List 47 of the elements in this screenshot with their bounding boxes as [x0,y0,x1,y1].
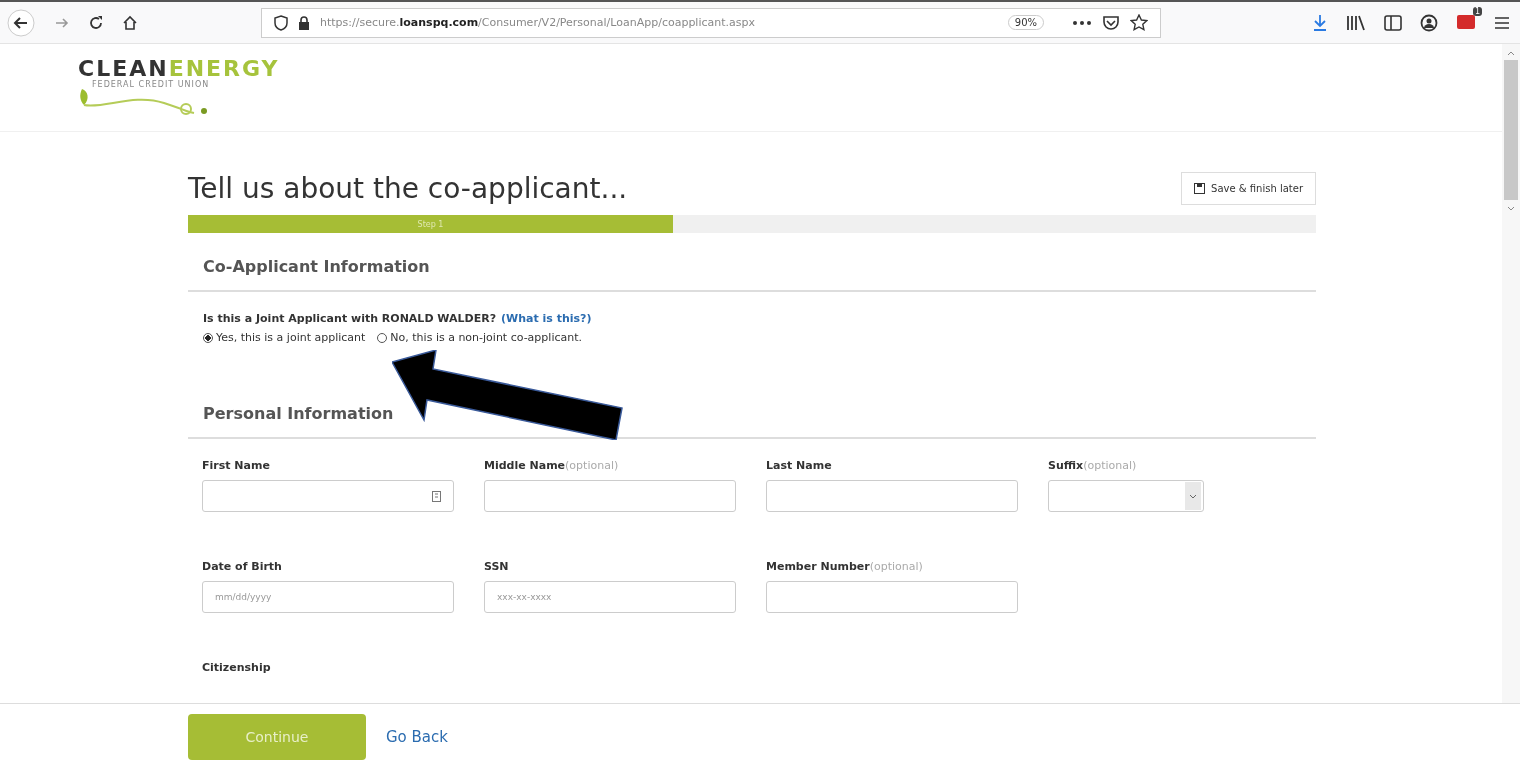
input-field[interactable] [202,480,454,512]
field-label: Member Number(optional) [766,560,924,573]
field-label: Middle Name(optional) [484,459,620,472]
logo-wordmark: CLEAN ENERGY [78,58,281,80]
autofill-icon [432,490,441,502]
field-label: SSN [484,560,510,573]
scroll-down-icon[interactable] [1507,206,1515,212]
input-field[interactable] [766,581,1018,613]
back-icon[interactable] [6,7,36,38]
radio-option[interactable]: No, this is a non-joint co-applicant. [377,331,582,344]
help-link[interactable]: (What is this?) [501,312,592,325]
shield-icon [274,14,288,31]
dropdown-caret-icon [1189,493,1197,499]
download-icon[interactable] [1312,13,1328,32]
logo-tagline: FEDERAL CREDIT UNION [92,80,211,89]
radio-button[interactable] [203,332,213,343]
field-label: Suffix(optional) [1048,459,1138,472]
lock-icon [298,15,310,30]
menu-icon[interactable] [1494,15,1510,30]
field-label: Citizenship [202,661,272,674]
reload-icon[interactable] [88,14,104,31]
radio-option[interactable]: Yes, this is a joint applicant [203,331,366,344]
field-label: First Name [202,459,271,472]
field-label: Date of Birth [202,560,283,573]
page-title: Tell us about the co-applicant... [188,172,628,205]
address-bar[interactable]: https://secure.loanspq.com/Consumer/V2/Personal/LoanApp/coapplicant.aspx 90% [261,7,1161,38]
url-text: https://secure.loanspq.com/Consumer/V2/Personal/LoanApp/coapplicant.aspx [320,16,756,29]
library-icon[interactable] [1346,14,1366,31]
scrollbar[interactable] [1502,44,1520,703]
input-field[interactable] [484,480,736,512]
scrollbar-thumb[interactable] [1504,60,1518,200]
section-heading: Co-Applicant Information [188,257,1316,292]
more-icon[interactable] [1072,19,1092,26]
star-icon[interactable] [1130,13,1148,32]
progress-label: Step 1 [417,219,444,229]
notification-badge: 1 [1472,6,1482,16]
sidebar-icon[interactable] [1384,14,1402,31]
input-field[interactable] [766,480,1018,512]
home-icon[interactable] [122,14,138,31]
question-label: Is this a Joint Applicant with RONALD WALDER? [203,312,496,325]
radio-button[interactable] [377,332,388,343]
field-label: Last Name [766,459,833,472]
save-finish-later-button[interactable]: Save & finish later [1181,172,1316,205]
pocket-icon[interactable] [1102,14,1120,31]
go-back-link[interactable]: Go Back [386,728,448,746]
scroll-up-icon[interactable] [1507,50,1515,56]
account-icon[interactable] [1420,13,1438,32]
